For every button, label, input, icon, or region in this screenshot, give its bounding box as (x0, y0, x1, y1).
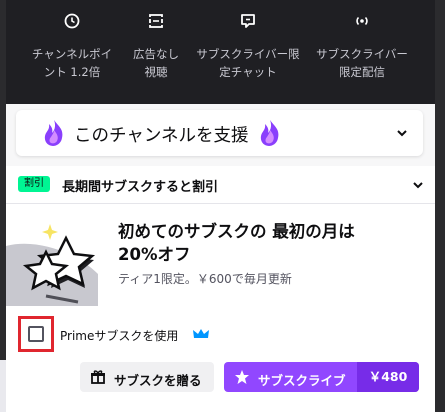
discount-offer-card: 割引 長期間サブスクすると割引 初めてのサブスクの 最初の月は 20%オフ ティア… (6, 166, 435, 412)
offer-header-text: 長期間サブスクすると割引 (62, 180, 219, 195)
chevron-down-icon (397, 130, 407, 137)
discount-badge: 割引 (18, 176, 50, 192)
offer-card-header[interactable]: 割引 長期間サブスクすると割引 (6, 166, 435, 204)
benefit-sub-chat: サブスクライバー限 定チャット (196, 12, 300, 81)
benefit-label-4: サブスクライバー 限定配信 (316, 47, 408, 79)
subscribe-label: サブスクライブ (258, 373, 346, 388)
support-channel-toggle[interactable]: このチャンネルを支援 (16, 110, 423, 156)
offer-subtitle: ティア1限定。￥600で毎月更新 (118, 272, 292, 286)
benefit-ad-free: 広告なし 視聴 (104, 12, 208, 81)
star-icon (235, 370, 249, 384)
purple-flame-icon (260, 120, 279, 146)
benefit-label-2: 広告なし 視聴 (133, 47, 179, 79)
channel-points-icon (64, 13, 80, 29)
subscribe-price: ￥480 (357, 362, 419, 392)
prime-crown-icon (193, 329, 209, 338)
benefit-label-3: サブスクライバー限 定チャット (196, 47, 300, 79)
prime-label: Primeサブスクを使用 (60, 329, 179, 343)
gift-sub-button[interactable]: サブスクを贈る (80, 362, 214, 392)
benefit-sub-stream: サブスクライバー 限定配信 (310, 12, 414, 81)
support-title: このチャンネルを支援 (74, 126, 249, 146)
subscribe-panel: このチャンネルを支援 割引 長期間サブスクすると割引 初めてのサブスクの 最初の… (6, 104, 435, 412)
prime-checkbox[interactable] (28, 326, 44, 342)
purple-flame-icon (44, 120, 63, 146)
ad-free-icon (148, 14, 164, 28)
background-page-strip-right (435, 0, 445, 412)
sub-only-chat-icon (241, 14, 255, 28)
gift-label: サブスクを贈る (114, 373, 202, 388)
prime-sub-option: Primeサブスクを使用 (18, 316, 318, 352)
star-badge-illustration (6, 224, 98, 306)
chevron-down-icon (413, 182, 423, 189)
gift-icon (91, 370, 105, 384)
offer-title: 初めてのサブスクの 最初の月は 20%オフ (118, 222, 355, 264)
subscribe-button[interactable]: サブスクライブ ￥480 (224, 362, 419, 392)
benefits-panel: チャンネルポイ ント 1.2倍 広告なし 視聴 サブスクライバー限 定チャット サブス… (6, 0, 435, 104)
sub-only-stream-icon (356, 16, 368, 26)
